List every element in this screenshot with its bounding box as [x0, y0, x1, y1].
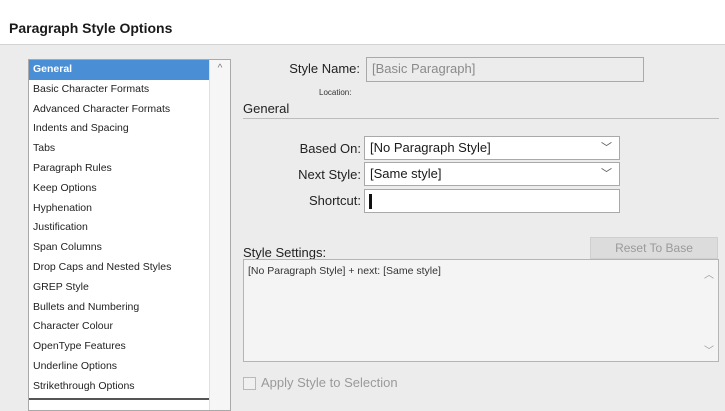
sidebar-item-advanced-character-formats[interactable]: Advanced Character Formats — [29, 100, 209, 120]
scroll-down-icon[interactable]: ﹀ — [700, 342, 718, 357]
sidebar-item-span-columns[interactable]: Span Columns — [29, 238, 209, 258]
next-style-select[interactable]: [Same style] ﹀ — [364, 162, 620, 186]
sidebar-item-keep-options[interactable]: Keep Options — [29, 179, 209, 199]
scroll-up-icon[interactable]: ^ — [210, 60, 230, 78]
location-label: Location: — [319, 88, 352, 97]
apply-style-label[interactable]: Apply Style to Selection — [261, 375, 398, 390]
apply-style-checkbox[interactable] — [243, 377, 256, 390]
text-cursor — [369, 194, 372, 209]
sidebar-item-bullets-and-numbering[interactable]: Bullets and Numbering — [29, 298, 209, 318]
chevron-down-icon: ﹀ — [601, 142, 612, 154]
style-settings-box[interactable]: [No Paragraph Style] + next: [Same style… — [243, 259, 719, 362]
category-scrollbar[interactable]: ^ — [209, 60, 230, 410]
sidebar-item-basic-character-formats[interactable]: Basic Character Formats — [29, 80, 209, 100]
based-on-value: [No Paragraph Style] — [370, 140, 491, 155]
section-divider — [243, 118, 719, 119]
shortcut-label: Shortcut: — [308, 193, 361, 208]
sidebar-item-justification[interactable]: Justification — [29, 218, 209, 238]
title-bar: Paragraph Style Options — [0, 0, 725, 45]
based-on-select[interactable]: [No Paragraph Style] ﹀ — [364, 136, 620, 160]
settings-scrollbar[interactable]: ︿ ﹀ — [700, 260, 718, 361]
sidebar-item-character-colour[interactable]: Character Colour — [29, 317, 209, 337]
style-settings-label: Style Settings: — [243, 245, 327, 260]
sidebar-item-indents-and-spacing[interactable]: Indents and Spacing — [29, 119, 209, 139]
category-list[interactable]: General Basic Character Formats Advanced C… — [28, 59, 231, 411]
sidebar-item-grep-style[interactable]: GREP Style — [29, 278, 209, 298]
list-bottom-rule — [29, 398, 209, 400]
scroll-up-icon[interactable]: ︿ — [700, 266, 718, 281]
window-title: Paragraph Style Options — [9, 20, 173, 36]
next-style-value: [Same style] — [370, 166, 442, 181]
sidebar-item-underline-options[interactable]: Underline Options — [29, 357, 209, 377]
chevron-down-icon: ﹀ — [601, 168, 612, 180]
sidebar-item-general[interactable]: General — [29, 60, 209, 80]
sidebar-item-opentype-features[interactable]: OpenType Features — [29, 337, 209, 357]
sidebar-item-paragraph-rules[interactable]: Paragraph Rules — [29, 159, 209, 179]
style-name-label: Style Name: — [289, 61, 360, 76]
style-settings-text: [No Paragraph Style] + next: [Same style… — [248, 265, 441, 277]
sidebar-item-drop-caps-and-nested-styles[interactable]: Drop Caps and Nested Styles — [29, 258, 209, 278]
sidebar-item-tabs[interactable]: Tabs — [29, 139, 209, 159]
next-style-label: Next Style: — [298, 167, 361, 182]
category-items: General Basic Character Formats Advanced C… — [29, 60, 209, 397]
sidebar-item-hyphenation[interactable]: Hyphenation — [29, 199, 209, 219]
style-name-field[interactable]: [Basic Paragraph] — [366, 57, 644, 82]
sidebar-item-strikethrough-options[interactable]: Strikethrough Options — [29, 377, 209, 397]
shortcut-input[interactable] — [364, 189, 620, 213]
general-section-title: General — [243, 101, 290, 116]
based-on-label: Based On: — [299, 141, 361, 156]
reset-to-base-button[interactable]: Reset To Base — [590, 237, 718, 259]
